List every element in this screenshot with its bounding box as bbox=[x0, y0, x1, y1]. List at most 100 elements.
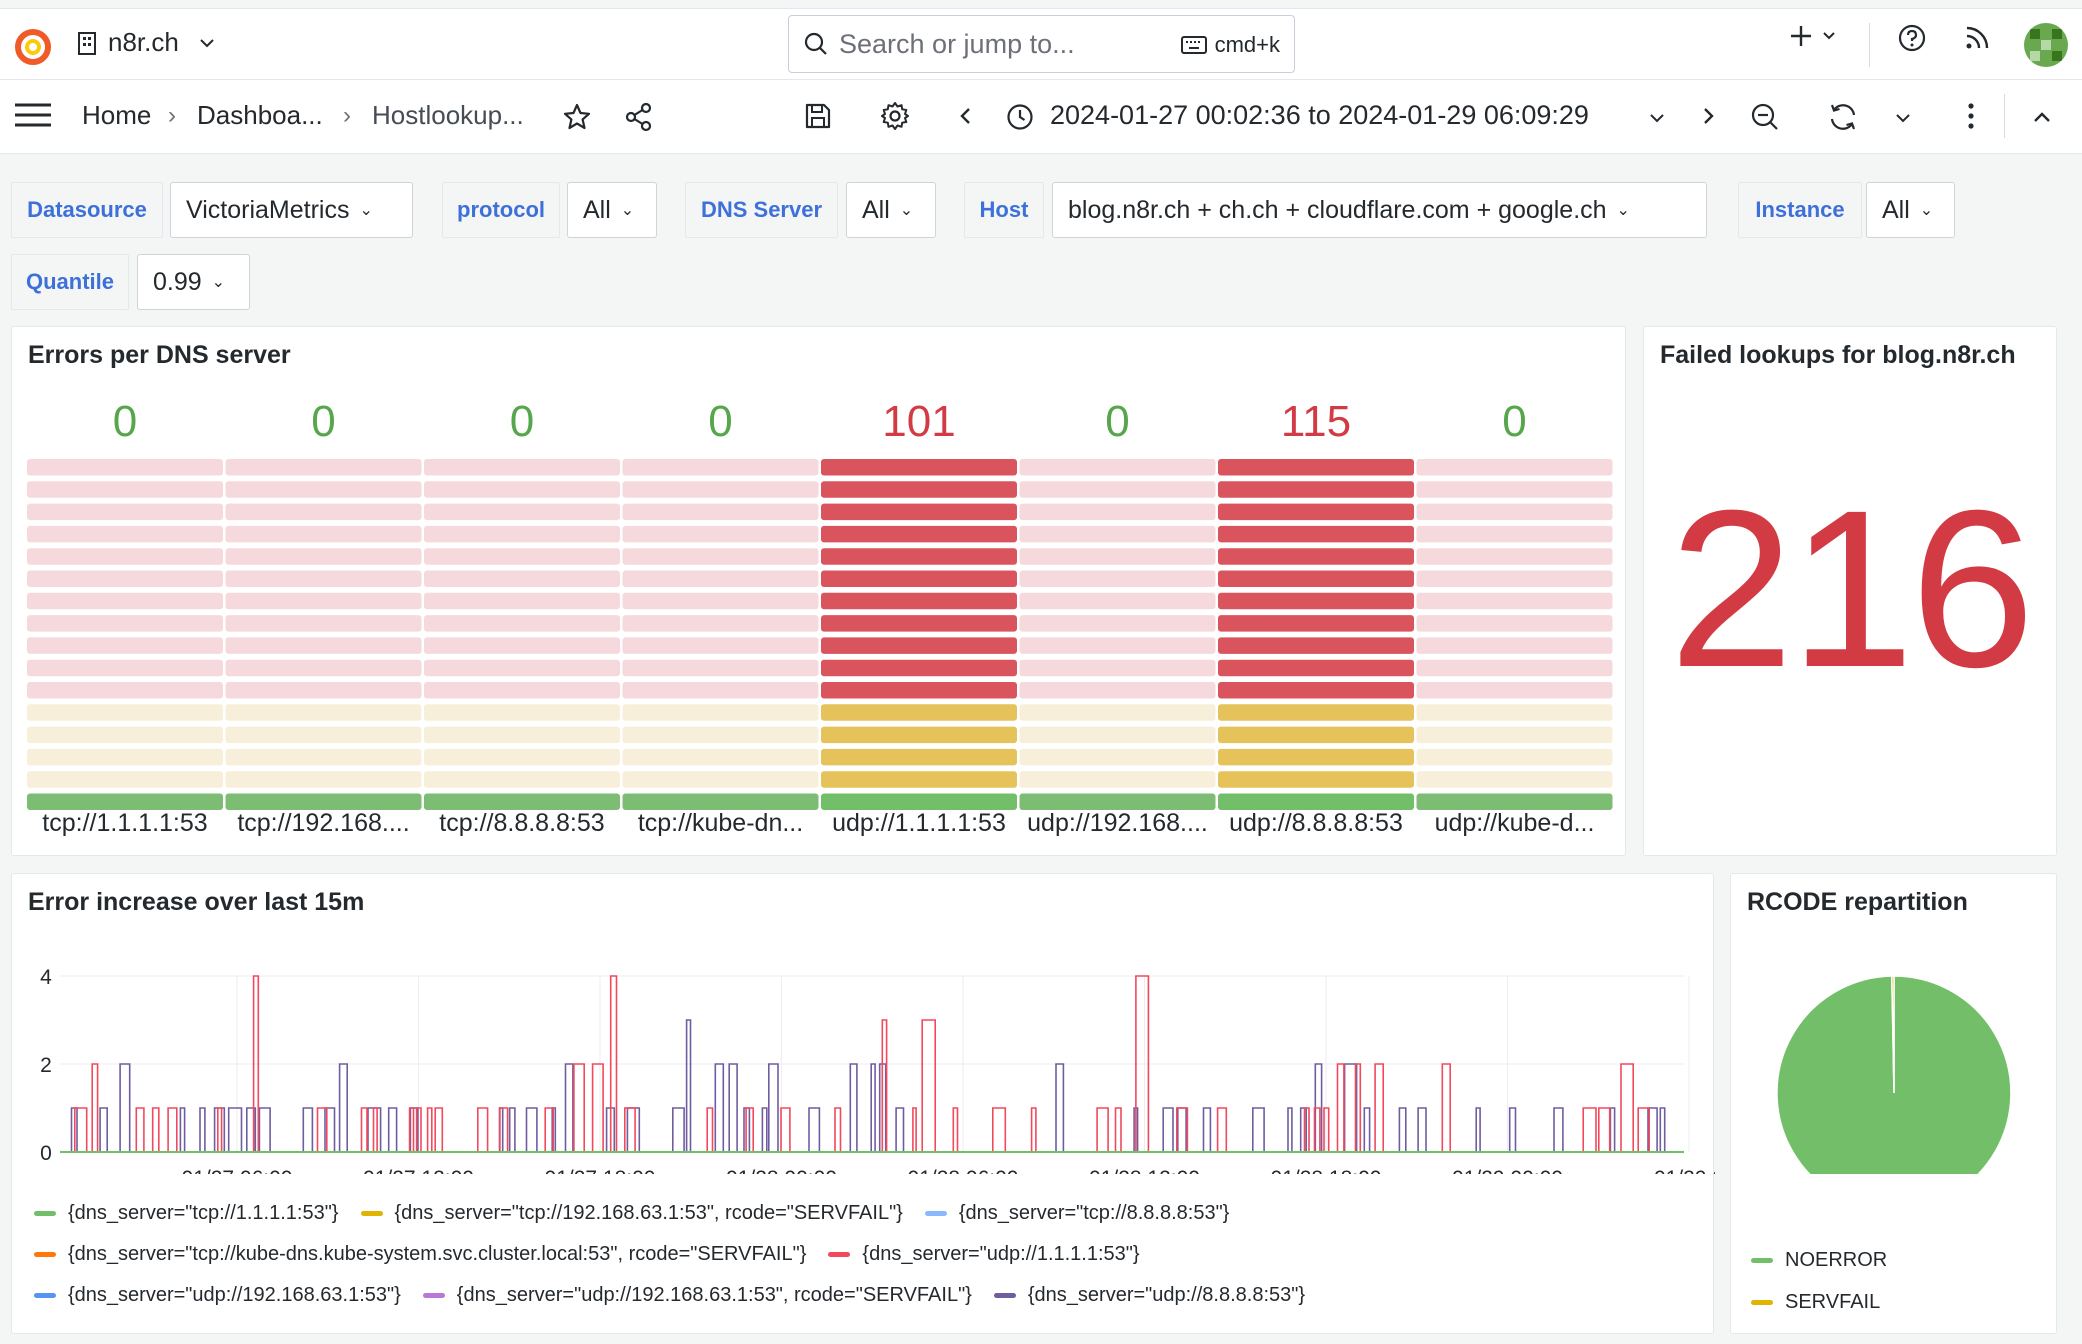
panel-error-increase: Error increase over last 15m 02401/27 06… bbox=[11, 873, 1715, 1334]
breadcrumb-home[interactable]: Home bbox=[82, 100, 151, 131]
legend-item[interactable]: {dns_server="tcp://192.168.63.1:53", rco… bbox=[360, 1202, 903, 1225]
news-button[interactable] bbox=[1964, 23, 1992, 51]
gauge-segment bbox=[1019, 659, 1216, 677]
save-icon[interactable] bbox=[804, 102, 832, 135]
variable-value: All bbox=[1882, 195, 1910, 224]
variable-value: blog.n8r.ch + ch.ch + cloudflare.com + g… bbox=[1068, 195, 1607, 224]
gauge-segment bbox=[1019, 525, 1216, 543]
share-icon[interactable] bbox=[624, 102, 654, 137]
gauge-label: udp://1.1.1.1:53 bbox=[832, 809, 1006, 837]
gauge-segment bbox=[622, 659, 819, 677]
gauge-segment bbox=[821, 771, 1017, 788]
help-button[interactable] bbox=[1897, 23, 1927, 53]
legend-swatch bbox=[828, 1252, 851, 1257]
gauge-segment bbox=[27, 570, 223, 587]
time-forward-chevron-right-icon[interactable] bbox=[1700, 106, 1716, 131]
variable-select-dns-server[interactable]: All ⌄ bbox=[846, 182, 936, 238]
variable-label-datasource: Datasource bbox=[11, 182, 163, 238]
gauge-segment bbox=[622, 615, 819, 632]
search-shortcut: cmd+k bbox=[1180, 32, 1280, 58]
collapse-chevron-up-icon[interactable] bbox=[2033, 110, 2051, 128]
dashboard-nav-bar: Home › Dashboa... › Hostlookup... 2024-0… bbox=[0, 80, 2082, 154]
time-back-chevron-left-icon[interactable] bbox=[958, 106, 974, 131]
legend-item[interactable]: SERVFAIL bbox=[1751, 1291, 1880, 1314]
gauge-segment bbox=[1019, 637, 1216, 654]
gauge-segment bbox=[424, 748, 620, 766]
variable-select-instance[interactable]: All ⌄ bbox=[1866, 182, 1955, 238]
search-input[interactable]: Search or jump to... cmd+k bbox=[788, 15, 1295, 73]
variable-label-host: Host bbox=[964, 182, 1044, 238]
rss-icon bbox=[1966, 26, 1989, 49]
org-switcher[interactable]: n8r.ch bbox=[76, 27, 225, 58]
variable-select-protocol[interactable]: All ⌄ bbox=[567, 182, 657, 238]
chevron-down-icon[interactable] bbox=[1649, 110, 1665, 128]
pie-chart bbox=[1776, 975, 2012, 1174]
legend-item[interactable]: NOERROR bbox=[1751, 1249, 1887, 1272]
gauge-value: 0 bbox=[1502, 397, 1526, 446]
gauge-segment bbox=[424, 637, 620, 654]
gauge-segment bbox=[821, 503, 1017, 521]
chevron-down-icon: ⌄ bbox=[211, 274, 226, 291]
avatar[interactable] bbox=[2024, 23, 2068, 67]
variable-select-host[interactable]: blog.n8r.ch + ch.ch + cloudflare.com + g… bbox=[1052, 182, 1707, 238]
legend-swatch bbox=[34, 1211, 56, 1216]
new-button[interactable] bbox=[1788, 23, 1836, 49]
legend-item[interactable]: {dns_server="udp://192.168.63.1:53", rco… bbox=[422, 1284, 972, 1307]
bar-gauge[interactable]: 0 tcp://8.8.8.8:53 bbox=[424, 397, 620, 837]
help-icon bbox=[1898, 24, 1926, 52]
gauge-segment bbox=[225, 570, 422, 587]
x-tick-label: 01/27 12:00 bbox=[363, 1167, 474, 1174]
bar-gauge[interactable]: 0 udp://kube-d... bbox=[1416, 397, 1613, 837]
refresh-interval-chevron-down-icon[interactable] bbox=[1895, 110, 1911, 128]
grafana-logo-icon[interactable] bbox=[12, 25, 54, 72]
time-range-picker[interactable]: 2024-01-27 00:02:36 to 2024-01-29 06:09:… bbox=[1050, 100, 1589, 131]
panel-errors-per-dns-server: Errors per DNS server 0 tcp://1.1.1.1:53 0… bbox=[11, 326, 1626, 856]
legend-item[interactable]: {dns_server="udp://8.8.8.8:53"} bbox=[993, 1284, 1306, 1307]
variable-select-quantile[interactable]: 0.99 ⌄ bbox=[137, 254, 250, 310]
star-icon[interactable] bbox=[562, 102, 592, 137]
legend-label: {dns_server="udp://8.8.8.8:53"} bbox=[1027, 1284, 1306, 1306]
legend-item[interactable]: {dns_server="tcp://8.8.8.8:53"} bbox=[924, 1202, 1229, 1225]
gauge-segment bbox=[1416, 525, 1613, 543]
gauge-segment bbox=[225, 503, 422, 521]
legend-item[interactable]: {dns_server="udp://1.1.1.1:53"} bbox=[828, 1243, 1140, 1266]
gauge-segment bbox=[27, 704, 223, 721]
gauge-label: udp://192.168.... bbox=[1027, 809, 1208, 837]
bar-gauge[interactable]: 0 tcp://1.1.1.1:53 bbox=[27, 397, 223, 837]
bar-gauge[interactable]: 0 tcp://192.168.... bbox=[225, 397, 422, 837]
legend-item[interactable]: {dns_server="tcp://1.1.1.1:53"} bbox=[34, 1202, 339, 1225]
more-vertical-icon[interactable] bbox=[1967, 102, 1975, 135]
legend-item[interactable]: {dns_server="tcp://kube-dns.kube-system.… bbox=[34, 1243, 806, 1266]
bar-gauge[interactable]: 0 tcp://kube-dn... bbox=[622, 397, 819, 837]
legend-item[interactable]: {dns_server="udp://192.168.63.1:53"} bbox=[34, 1284, 401, 1307]
menu-icon[interactable] bbox=[14, 102, 52, 133]
gauge-segment bbox=[1416, 637, 1613, 654]
gauge-segment bbox=[622, 793, 819, 810]
gauge-segment bbox=[622, 548, 819, 565]
legend-swatch bbox=[993, 1293, 1016, 1298]
chevron-down-icon: ⌄ bbox=[620, 202, 635, 219]
panel-title[interactable]: Failed lookups for blog.n8r.ch bbox=[1660, 341, 2016, 370]
refresh-icon[interactable] bbox=[1827, 101, 1859, 138]
gauge-segment bbox=[225, 481, 422, 498]
gauge-segment bbox=[1416, 771, 1613, 788]
settings-gear-icon[interactable] bbox=[880, 101, 910, 136]
gauge-segment bbox=[821, 548, 1017, 565]
x-tick-label: 01/28 00:00 bbox=[726, 1167, 837, 1174]
gauge-segment bbox=[1416, 592, 1613, 610]
building-icon bbox=[78, 31, 96, 55]
divider bbox=[2004, 94, 2005, 138]
bar-gauge[interactable]: 0 udp://192.168.... bbox=[1019, 397, 1216, 837]
gauge-segment bbox=[1416, 570, 1613, 587]
gauge-segment bbox=[424, 726, 620, 744]
variable-select-datasource[interactable]: VictoriaMetrics ⌄ bbox=[170, 182, 413, 238]
gauge-segment bbox=[1019, 503, 1216, 521]
chevron-down-icon: ⌄ bbox=[359, 202, 373, 219]
x-tick-label: 01/28 18:00 bbox=[1271, 1167, 1382, 1174]
gauge-segment bbox=[424, 682, 620, 699]
zoom-out-icon[interactable] bbox=[1750, 102, 1780, 137]
gauge-segment bbox=[1416, 548, 1613, 565]
breadcrumb-dashboards[interactable]: Dashboa... bbox=[197, 100, 323, 131]
bar-gauge[interactable]: 101 udp://1.1.1.1:53 bbox=[821, 397, 1017, 837]
bar-gauge[interactable]: 115 udp://8.8.8.8:53 bbox=[1218, 397, 1414, 837]
